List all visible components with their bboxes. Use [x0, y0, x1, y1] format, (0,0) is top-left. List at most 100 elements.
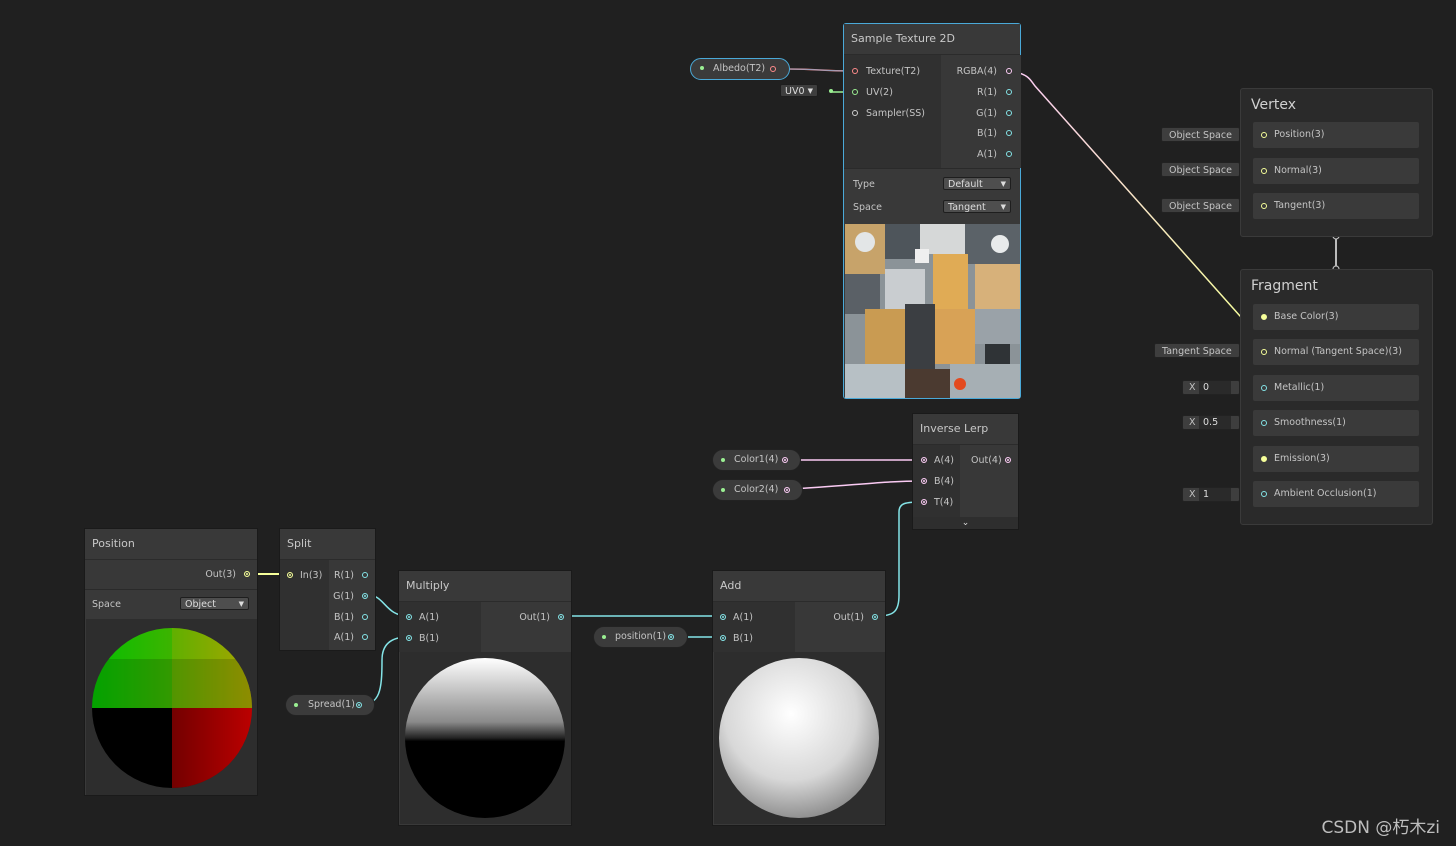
- g-out-port-icon[interactable]: [1006, 110, 1012, 116]
- sampler-in-label: Sampler(SS): [866, 108, 925, 119]
- out-label: Out(1): [519, 612, 550, 623]
- metallic-value[interactable]: 0: [1199, 381, 1231, 394]
- fragment-normal-space-tag: Tangent Space: [1154, 343, 1240, 358]
- a-out-port-icon[interactable]: [362, 634, 368, 640]
- ao-in-port-icon[interactable]: [1261, 491, 1267, 497]
- b-in-label: B(1): [733, 633, 753, 644]
- a-in-port-icon[interactable]: [720, 614, 726, 620]
- color1-property-pill[interactable]: Color1(4): [712, 449, 801, 471]
- basecolor-in-port-icon[interactable]: [1261, 314, 1267, 320]
- a-in-label: A(4): [934, 455, 954, 466]
- pill-indicator-icon: [294, 703, 298, 707]
- b-in-port-icon[interactable]: [921, 478, 927, 484]
- metallic-value-field[interactable]: X 0: [1182, 380, 1240, 395]
- in-port-icon[interactable]: [287, 572, 293, 578]
- position-in-port-icon[interactable]: [1261, 132, 1267, 138]
- out-port-icon[interactable]: [244, 571, 250, 577]
- spread-out-port-icon[interactable]: [356, 702, 362, 708]
- normal-in-port-icon[interactable]: [1261, 168, 1267, 174]
- g-out-port-icon[interactable]: [362, 593, 368, 599]
- position-out-port-icon[interactable]: [668, 634, 674, 640]
- ao-value-field[interactable]: X 1: [1182, 487, 1240, 502]
- fragment-normal-slot[interactable]: Normal (Tangent Space)(3): [1253, 339, 1419, 365]
- uv-channel-dropdown[interactable]: UV0 ▼: [780, 84, 818, 97]
- add-preview: [714, 652, 885, 824]
- chevron-down-icon: ▼: [807, 87, 813, 95]
- position-node[interactable]: Position Out(3) Space Object ▼: [84, 528, 258, 796]
- uv-dropdown-port-icon: [829, 89, 833, 93]
- spread-property-pill[interactable]: Spread(1): [285, 694, 375, 716]
- b-out-port-icon[interactable]: [362, 614, 368, 620]
- space-dropdown[interactable]: Object ▼: [180, 597, 249, 610]
- a-in-port-icon[interactable]: [921, 457, 927, 463]
- a-out-port-icon[interactable]: [1006, 151, 1012, 157]
- rgba-out-port-icon[interactable]: [1006, 68, 1012, 74]
- fragment-basecolor-slot[interactable]: Base Color(3): [1253, 304, 1419, 330]
- b-in-label: B(4): [934, 476, 954, 487]
- texture-in-port-icon[interactable]: [852, 68, 858, 74]
- color2-label: Color2(4): [734, 484, 779, 495]
- color1-out-port-icon[interactable]: [782, 457, 788, 463]
- position-preview: [86, 619, 257, 795]
- fragment-emission-slot[interactable]: Emission(3): [1253, 446, 1419, 472]
- b-out-label: B(1): [334, 612, 354, 623]
- r-out-port-icon[interactable]: [362, 572, 368, 578]
- a-out-label: A(1): [334, 632, 354, 643]
- chevron-down-icon: ▼: [1000, 180, 1006, 188]
- smoothness-value[interactable]: 0.5: [1199, 416, 1231, 429]
- vertex-tangent-slot[interactable]: Tangent(3): [1253, 193, 1419, 219]
- sample-texture-2d-node[interactable]: Sample Texture 2D Texture(T2) UV(2) Samp…: [843, 23, 1021, 399]
- a-out-label: A(1): [977, 149, 997, 160]
- pill-indicator-icon: [700, 66, 704, 70]
- albedo-property-pill[interactable]: Albedo(T2): [690, 58, 790, 80]
- fragment-ao-slot[interactable]: Ambient Occlusion(1): [1253, 481, 1419, 507]
- emission-in-port-icon[interactable]: [1261, 456, 1267, 462]
- a-in-port-icon[interactable]: [406, 614, 412, 620]
- b-out-label: B(1): [977, 128, 997, 139]
- split-node[interactable]: Split In(3) R(1) G(1) B(1) A(1): [279, 528, 376, 651]
- smoothness-value-field[interactable]: X 0.5: [1182, 415, 1240, 430]
- position-property-pill[interactable]: position(1): [593, 626, 688, 648]
- type-dropdown[interactable]: Default ▼: [943, 177, 1011, 190]
- normal-ts-in-port-icon[interactable]: [1261, 349, 1267, 355]
- color2-out-port-icon[interactable]: [784, 487, 790, 493]
- b-in-port-icon[interactable]: [406, 635, 412, 641]
- vertex-position-slot[interactable]: Position(3): [1253, 122, 1419, 148]
- metallic-in-port-icon[interactable]: [1261, 385, 1267, 391]
- vertex-position-space-tag: Object Space: [1161, 127, 1240, 142]
- pill-indicator-icon: [721, 488, 725, 492]
- out-port-icon[interactable]: [1005, 457, 1011, 463]
- multiply-node[interactable]: Multiply A(1) B(1) Out(1): [398, 570, 572, 826]
- tangent-in-port-icon[interactable]: [1261, 203, 1267, 209]
- ao-value[interactable]: 1: [1199, 488, 1231, 501]
- space-dropdown[interactable]: Tangent ▼: [943, 200, 1011, 213]
- out-label: Out(3): [205, 569, 236, 580]
- r-out-port-icon[interactable]: [1006, 89, 1012, 95]
- smoothness-in-port-icon[interactable]: [1261, 420, 1267, 426]
- out-label: Out(4): [971, 455, 1002, 466]
- vertex-normal-slot[interactable]: Normal(3): [1253, 158, 1419, 184]
- t-in-port-icon[interactable]: [921, 499, 927, 505]
- fragment-metallic-slot[interactable]: Metallic(1): [1253, 375, 1419, 401]
- type-label: Type: [853, 179, 875, 190]
- inverse-lerp-node[interactable]: Inverse Lerp A(4) B(4) T(4) Out(4) ⌄: [912, 413, 1019, 530]
- color2-property-pill[interactable]: Color2(4): [712, 479, 803, 501]
- add-node[interactable]: Add A(1) B(1) Out(1): [712, 570, 886, 826]
- pill-indicator-icon: [602, 635, 606, 639]
- rgba-out-label: RGBA(4): [956, 66, 997, 77]
- fragment-smoothness-slot[interactable]: Smoothness(1): [1253, 410, 1419, 436]
- r-out-label: R(1): [976, 87, 997, 98]
- node-title: Split: [280, 529, 375, 560]
- expand-preview-button[interactable]: ⌄: [913, 517, 1018, 529]
- b-in-port-icon[interactable]: [720, 635, 726, 641]
- sampler-in-port-icon[interactable]: [852, 110, 858, 116]
- b-out-port-icon[interactable]: [1006, 130, 1012, 136]
- texture-preview: [845, 224, 1020, 398]
- albedo-out-port-icon[interactable]: [770, 66, 776, 72]
- uv-in-port-icon[interactable]: [852, 89, 858, 95]
- node-title: Sample Texture 2D: [844, 24, 1020, 55]
- out-port-icon[interactable]: [872, 614, 878, 620]
- wire-rgba-basecolor: [1011, 70, 1263, 319]
- out-port-icon[interactable]: [558, 614, 564, 620]
- vertex-normal-space-tag: Object Space: [1161, 162, 1240, 177]
